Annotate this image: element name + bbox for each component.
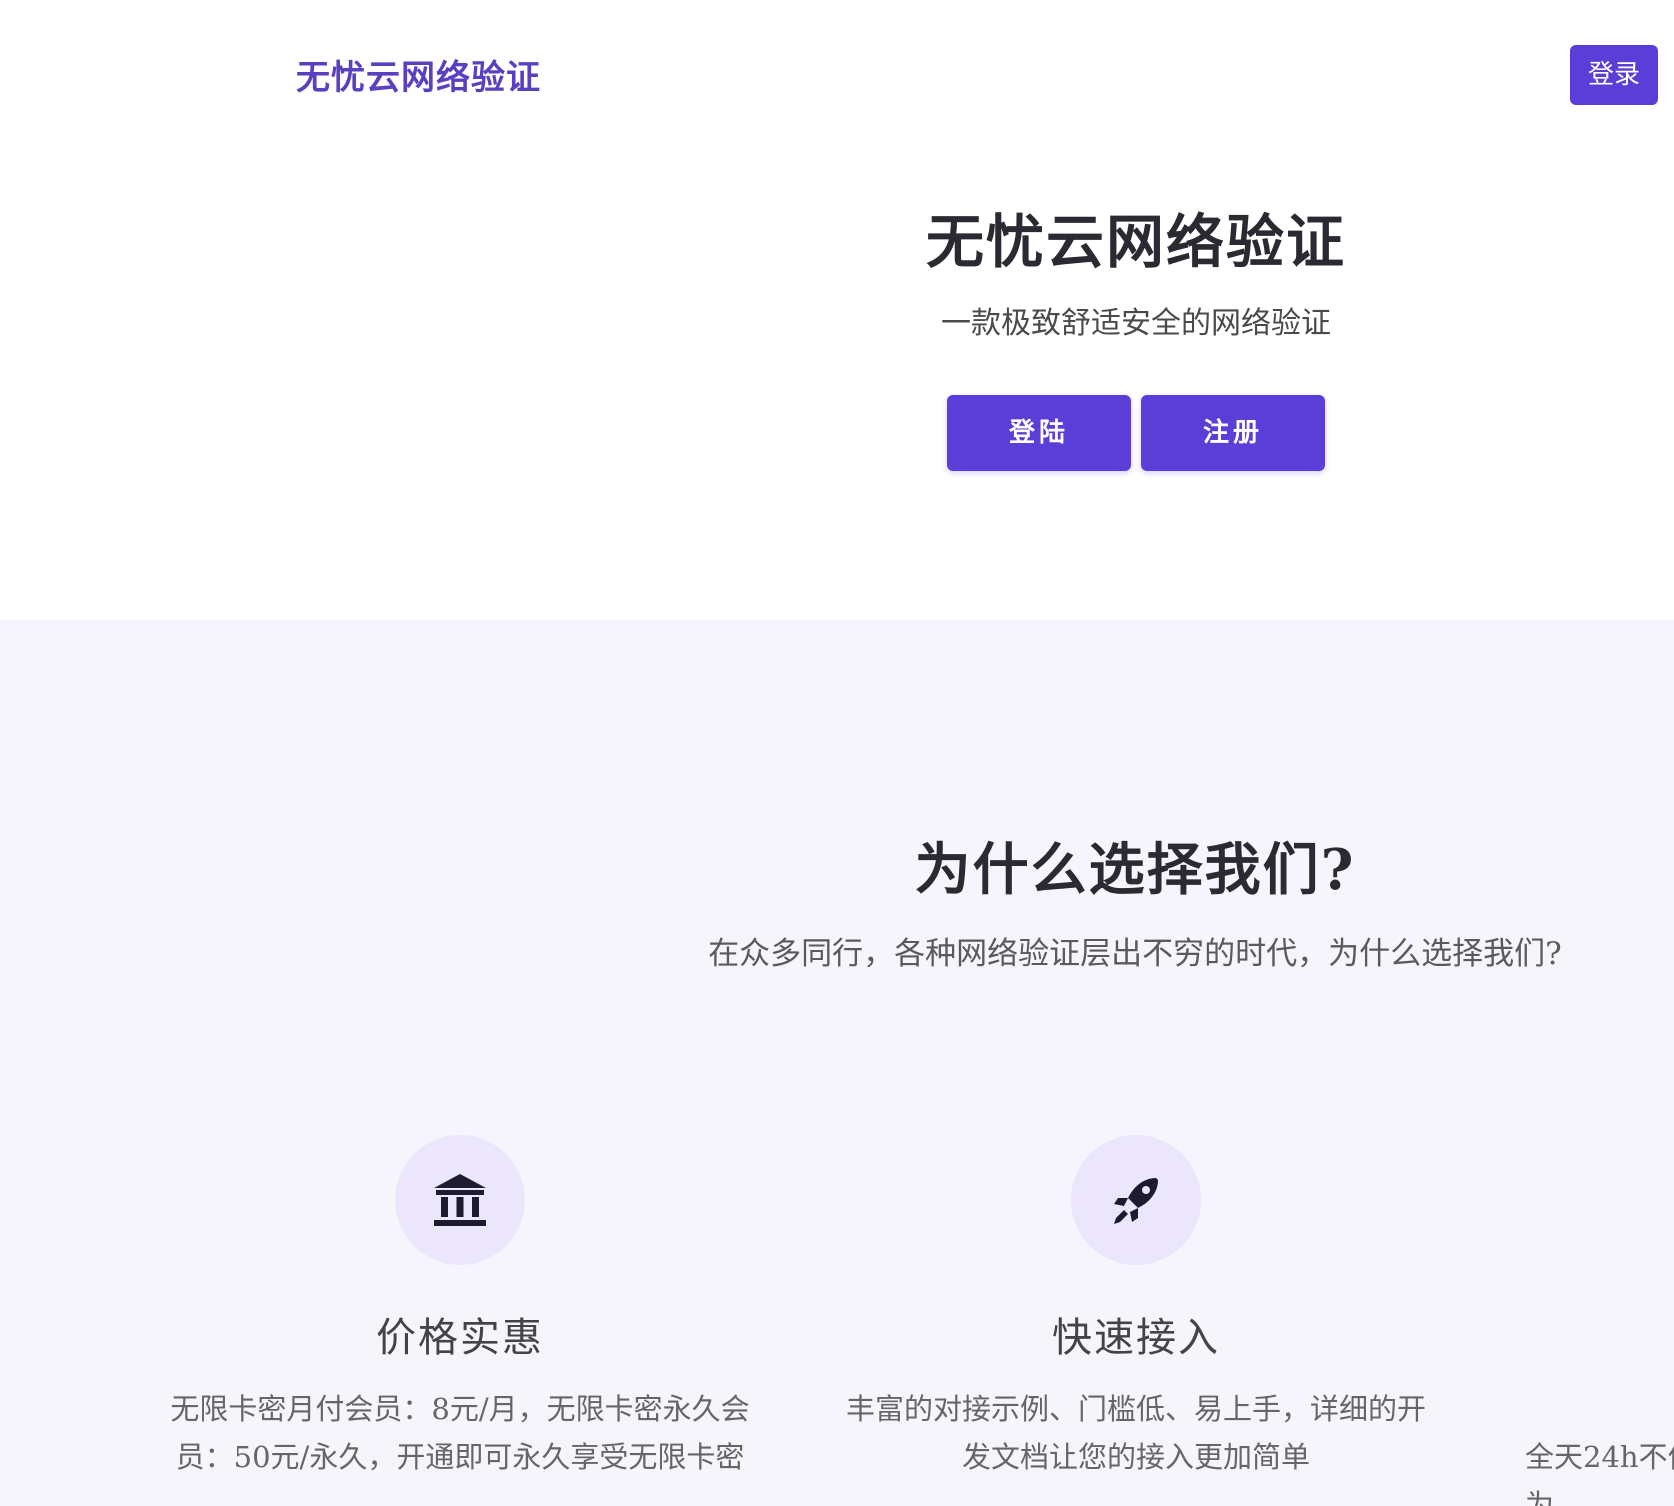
features-title: 为什么选择我们?: [914, 837, 1356, 903]
hero-login-button[interactable]: 登陆: [947, 395, 1131, 471]
header-login-button[interactable]: 登录: [1570, 45, 1658, 105]
feature-description: 无限卡密月付会员：8元/月，无限卡密永久会员：50元/永久，开通即可永久享受无限…: [160, 1385, 760, 1481]
hero-register-button[interactable]: 注册: [1141, 395, 1325, 471]
feature-description: 全天24h不停 为: [1525, 1385, 1674, 1506]
feature-description-text: 全天24h不停 为: [1525, 1440, 1674, 1506]
rocket-icon: [1071, 1135, 1201, 1265]
header: 无忧云网络验证 登录: [0, 0, 1674, 150]
hero-title: 无忧云网络验证: [925, 208, 1346, 276]
feature-description-text: 无限卡密月付会员：8元/月，无限卡密永久会员：50元/永久，开通即可永久享受无限…: [170, 1392, 750, 1474]
feature-description: 丰富的对接示例、门槛低、易上手，详细的开发文档让您的接入更加简单: [836, 1385, 1436, 1481]
feature-title: 快速接入: [1052, 1315, 1220, 1361]
page: 无忧云网络验证 登录 无忧云网络验证 一款极致舒适安全的网络验证 登陆 注册 为…: [0, 0, 1674, 1506]
feature-title: 价格实惠: [376, 1315, 544, 1361]
features-section: 为什么选择我们? 在众多同行，各种网络验证层出不穷的时代，为什么选择我们? 价格…: [0, 620, 1674, 1506]
brand-logo-text[interactable]: 无忧云网络验证: [296, 50, 541, 99]
feature-description-text: 丰富的对接示例、门槛低、易上手，详细的开发文档让您的接入更加简单: [846, 1392, 1427, 1474]
bank-icon: [395, 1135, 525, 1265]
hero-subtitle: 一款极致舒适安全的网络验证: [941, 306, 1331, 341]
features-subtitle: 在众多同行，各种网络验证层出不穷的时代，为什么选择我们?: [708, 936, 1562, 972]
